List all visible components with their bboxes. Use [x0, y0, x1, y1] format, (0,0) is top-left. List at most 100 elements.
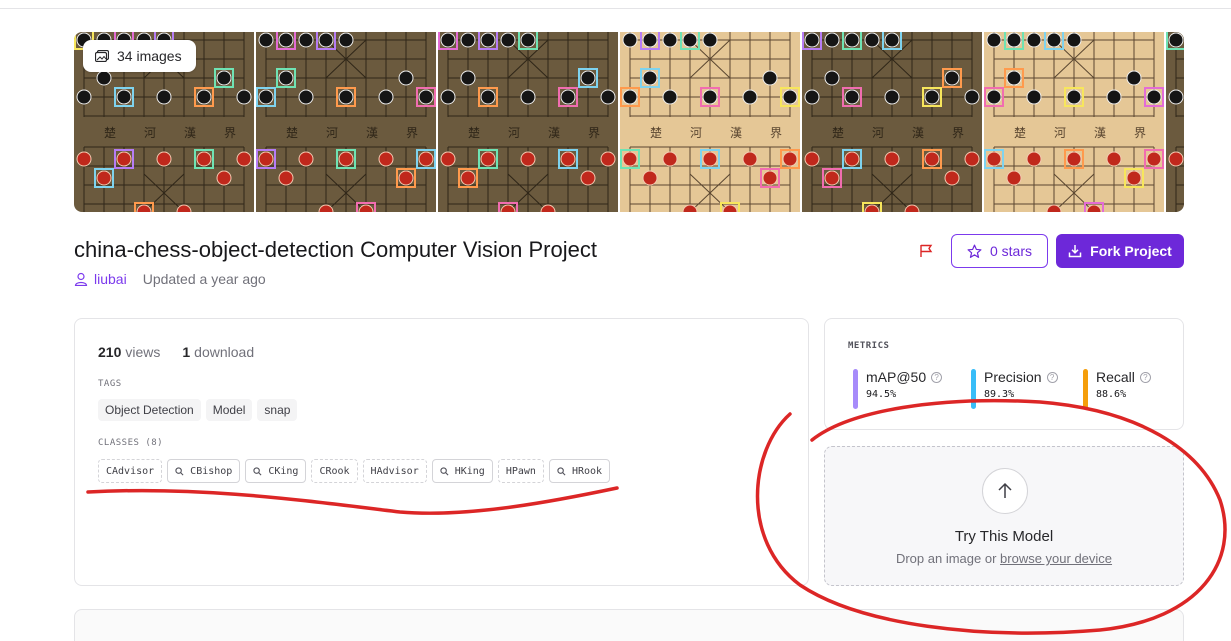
gallery-image[interactable]: 楚河漢界	[438, 32, 618, 212]
try-model-title: Try This Model	[954, 528, 1054, 545]
fork-project-button[interactable]: Fork Project	[1056, 234, 1184, 268]
stars-count: 0 stars	[989, 243, 1032, 259]
report-button[interactable]	[915, 241, 937, 261]
search-icon	[440, 466, 449, 475]
try-model-dropzone[interactable]: Try This Model Drop an image or browse y…	[824, 446, 1184, 586]
search-icon	[557, 466, 566, 475]
help-icon[interactable]: ?	[1046, 371, 1058, 383]
metric-value: 94.5%	[866, 389, 897, 400]
class-chip[interactable]: CBishop	[167, 459, 241, 483]
class-name: CRook	[319, 465, 350, 477]
class-name: HPawn	[505, 465, 536, 477]
river-text: 界	[1134, 126, 1146, 140]
class-name: CKing	[268, 465, 299, 477]
metric-precision: Precision? 89.3%	[971, 369, 1058, 409]
class-name: HKing	[454, 465, 485, 477]
image-count-badge[interactable]: 34 images	[83, 40, 196, 72]
download-icon	[1068, 245, 1082, 258]
star-icon	[967, 244, 982, 258]
tag-chip[interactable]: Object Detection	[98, 399, 201, 421]
classes-label: CLASSES (8)	[98, 438, 164, 448]
gallery-image[interactable]: 楚河漢界	[984, 32, 1164, 212]
downloads-stat: 1 download	[182, 344, 255, 360]
tags-label: TAGS	[98, 379, 122, 389]
class-name: CBishop	[190, 465, 233, 477]
class-list: CAdvisor CBishop CKing CRook HAdvisor HKing HP…	[98, 459, 611, 483]
river-text: 漢	[1094, 126, 1106, 140]
upload-button[interactable]	[982, 468, 1028, 514]
river-text: 楚	[104, 126, 116, 140]
river-text: 漢	[366, 126, 378, 140]
metric-bar	[971, 369, 976, 409]
images-icon	[95, 50, 109, 62]
river-text: 漢	[184, 126, 196, 140]
river-text: 河	[326, 126, 338, 140]
arrow-up-icon	[998, 482, 1012, 498]
metrics-card: METRICS mAP@50? 94.5% Precision? 89.3% Recal…	[824, 318, 1184, 430]
river-text: 界	[406, 126, 418, 140]
class-chip[interactable]: CKing	[245, 459, 307, 483]
help-icon[interactable]: ?	[1139, 371, 1151, 383]
star-button[interactable]: 0 stars	[951, 234, 1048, 268]
class-name: HRook	[571, 465, 603, 477]
class-chip[interactable]: HKing	[431, 459, 493, 483]
metric-value: 89.3%	[984, 389, 1015, 400]
flag-icon	[920, 244, 933, 257]
metric-recall: Recall? 88.6%	[1083, 369, 1151, 409]
metric-bar	[853, 369, 858, 409]
gallery-image[interactable]: 楚河漢界	[802, 32, 982, 212]
class-chip[interactable]: CRook	[311, 459, 358, 483]
views-stat: 210 views	[98, 344, 161, 360]
search-icon	[253, 466, 262, 475]
metrics-label: METRICS	[848, 341, 890, 351]
river-text: 河	[1054, 126, 1066, 140]
river-text: 界	[224, 126, 236, 140]
image-gallery[interactable]: 楚河漢界楚河漢界楚河漢界楚河漢界楚河漢界楚河漢界楚河漢界	[74, 32, 1184, 212]
class-name: CAdvisor	[106, 465, 155, 477]
try-model-subtitle: Drop an image or browse your device	[895, 551, 1113, 566]
image-count-label: 34 images	[117, 48, 182, 64]
metric-bar	[1083, 369, 1088, 409]
gallery-image[interactable]: 楚河漢界	[256, 32, 436, 212]
project-stats: 210 views 1 download	[98, 344, 254, 360]
tag-list: Object Detection Model snap	[98, 399, 298, 421]
river-text: 河	[872, 126, 884, 140]
gallery-image[interactable]: 楚河漢界	[1166, 32, 1184, 212]
user-icon	[74, 272, 88, 286]
project-meta: liubai Updated a year ago	[74, 271, 266, 287]
river-text: 漢	[548, 126, 560, 140]
river-text: 楚	[286, 126, 298, 140]
tag-chip[interactable]: snap	[257, 399, 298, 421]
river-text: 河	[144, 126, 156, 140]
top-divider	[0, 8, 1231, 9]
river-text: 河	[690, 126, 702, 140]
river-text: 界	[770, 126, 782, 140]
metric-value: 88.6%	[1096, 389, 1127, 400]
river-text: 楚	[468, 126, 480, 140]
author-link[interactable]: liubai	[94, 271, 127, 287]
bottom-card	[74, 609, 1184, 641]
project-info-card: 210 views 1 download TAGS Object Detection…	[74, 318, 809, 586]
browse-device-link[interactable]: browse your device	[1000, 551, 1112, 566]
class-chip[interactable]: HAdvisor	[362, 459, 427, 483]
tag-chip[interactable]: Model	[205, 399, 253, 421]
project-title: china-chess-object-detection Computer Vi…	[74, 237, 597, 262]
class-chip[interactable]: HRook	[548, 459, 611, 483]
class-chip[interactable]: CAdvisor	[98, 459, 163, 483]
class-chip[interactable]: HPawn	[497, 459, 544, 483]
river-text: 楚	[1014, 126, 1026, 140]
metric-name: Precision	[984, 369, 1042, 385]
help-icon[interactable]: ?	[931, 371, 943, 383]
class-name: HAdvisor	[370, 465, 419, 477]
metric-map-50: mAP@50? 94.5%	[853, 369, 943, 409]
fork-label: Fork Project	[1090, 243, 1172, 259]
search-icon	[175, 466, 184, 475]
metric-name: mAP@50	[866, 369, 927, 385]
river-text: 漢	[730, 126, 742, 140]
updated-text: Updated a year ago	[142, 271, 266, 287]
river-text: 楚	[832, 126, 844, 140]
river-text: 楚	[650, 126, 662, 140]
gallery-image[interactable]: 楚河漢界	[620, 32, 800, 212]
metric-name: Recall	[1096, 369, 1135, 385]
river-text: 界	[952, 126, 964, 140]
